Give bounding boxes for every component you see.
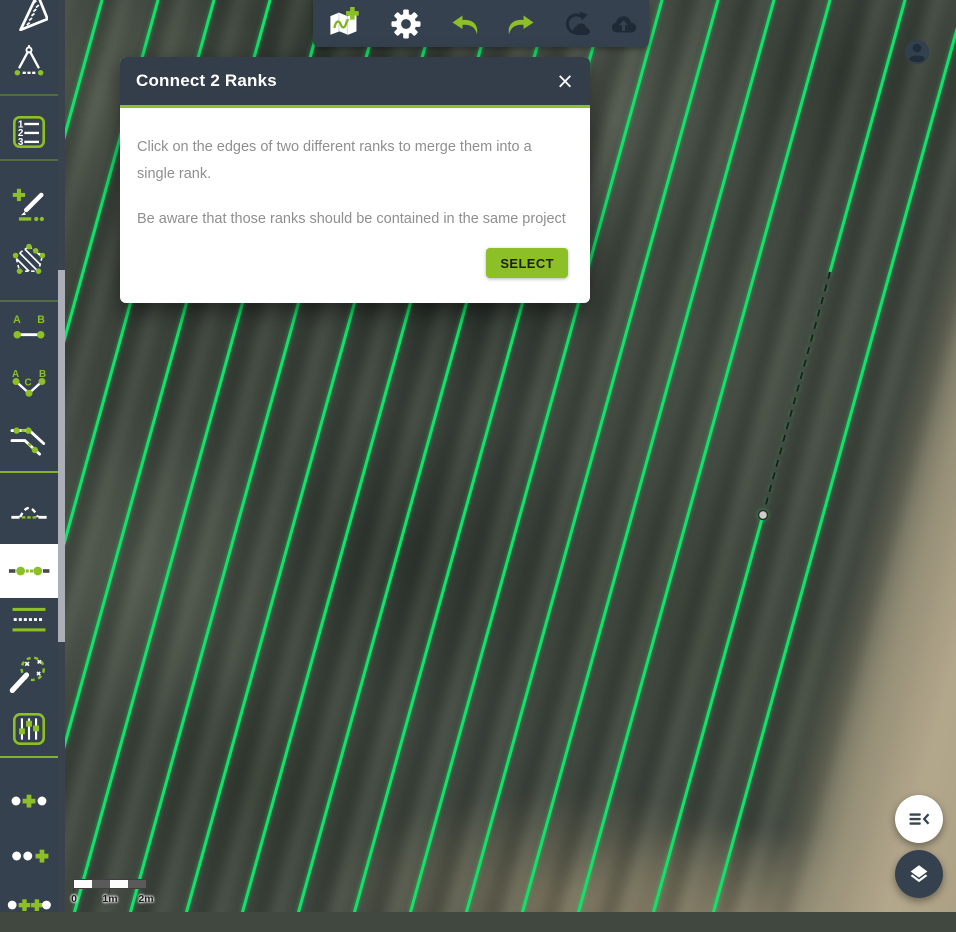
sidebar-divider bbox=[0, 756, 58, 758]
hide-list-button[interactable] bbox=[895, 795, 943, 843]
rank-line[interactable] bbox=[830, 0, 908, 272]
dot-plus-plus-dot-icon bbox=[7, 883, 51, 927]
ruler-icon bbox=[10, 0, 48, 31]
dialog-header: Connect 2 Ranks × bbox=[120, 57, 590, 108]
sidebar-divider bbox=[0, 159, 58, 161]
undo-button[interactable] bbox=[437, 0, 493, 47]
sidebar-scrollbar-thumb[interactable] bbox=[58, 270, 65, 642]
svg-text:A: A bbox=[13, 314, 21, 326]
tool-connect-ranks[interactable] bbox=[0, 544, 58, 598]
tool-add-drawing[interactable] bbox=[0, 178, 58, 232]
sidebar-divider bbox=[0, 471, 58, 473]
connect-ranks-dialog: Connect 2 Ranks × Click on the edges of … bbox=[120, 57, 590, 303]
tool-measure-compass[interactable] bbox=[0, 33, 58, 87]
tool-multi-rows[interactable] bbox=[0, 595, 58, 649]
svg-text:C: C bbox=[25, 378, 32, 389]
gear-icon bbox=[391, 9, 421, 39]
redo-button[interactable] bbox=[493, 0, 549, 47]
dot-plus-dot-icon bbox=[8, 780, 50, 822]
map-add-icon bbox=[327, 7, 361, 41]
tool-offset-lines[interactable] bbox=[0, 413, 58, 467]
rank-line[interactable] bbox=[710, 0, 956, 912]
tool-insert-point-between[interactable] bbox=[0, 774, 58, 828]
cloud-sync-icon bbox=[561, 10, 591, 38]
main-toolbar bbox=[313, 0, 649, 47]
pencil-add-icon bbox=[10, 186, 48, 224]
tool-sidebar: 1 2 3 bbox=[0, 0, 58, 912]
sidebar-scrollbar[interactable] bbox=[58, 0, 65, 912]
tool-rank-a-b[interactable]: A B bbox=[0, 303, 58, 357]
magic-wand-icon bbox=[8, 654, 50, 696]
svg-text:3: 3 bbox=[18, 137, 24, 148]
redo-arrow-icon bbox=[506, 11, 536, 37]
cloud-upload-icon bbox=[610, 12, 640, 36]
rank-line[interactable] bbox=[65, 0, 105, 912]
sidebar-divider bbox=[0, 94, 58, 96]
tool-numbered-list[interactable]: 1 2 3 bbox=[0, 105, 58, 159]
offset-lines-icon bbox=[9, 420, 49, 460]
dialog-body: Click on the edges of two different rank… bbox=[120, 108, 590, 232]
map-scale-bar: 0 1m 2m bbox=[73, 879, 147, 889]
tool-arc[interactable] bbox=[0, 483, 58, 537]
connect-ranks-icon bbox=[7, 549, 51, 593]
select-button[interactable]: SELECT bbox=[486, 248, 568, 278]
numbered-list-icon: 1 2 3 bbox=[9, 112, 49, 152]
rank-line[interactable] bbox=[575, 0, 833, 912]
dialog-text-2: Be aware that those ranks should be cont… bbox=[137, 206, 573, 233]
tool-polygon-area[interactable] bbox=[0, 233, 58, 287]
new-project-button[interactable] bbox=[313, 0, 375, 47]
rank-line[interactable] bbox=[763, 272, 830, 515]
sidebar-divider bbox=[0, 300, 58, 302]
scale-segments bbox=[73, 879, 147, 889]
sync-button[interactable] bbox=[551, 0, 601, 47]
settings-button[interactable] bbox=[377, 0, 435, 47]
tool-adjust-sliders[interactable] bbox=[0, 702, 58, 756]
hatched-polygon-icon bbox=[10, 241, 48, 279]
upload-button[interactable] bbox=[601, 0, 649, 47]
tool-insert-points-both[interactable] bbox=[0, 878, 58, 932]
arc-icon bbox=[9, 490, 49, 530]
tool-rank-a-c-b[interactable]: A B C bbox=[0, 358, 58, 412]
layers-icon bbox=[907, 862, 931, 886]
dialog-title: Connect 2 Ranks bbox=[136, 71, 277, 91]
tool-magic-wand[interactable] bbox=[0, 648, 58, 702]
account-icon bbox=[903, 38, 931, 66]
rank-line[interactable] bbox=[651, 515, 763, 912]
rank-endpoint-dot[interactable] bbox=[759, 511, 768, 520]
scale-label-1m: 1m bbox=[102, 893, 117, 905]
tool-append-point[interactable] bbox=[0, 829, 58, 883]
scale-label-2m: 2m bbox=[138, 893, 153, 905]
svg-text:B: B bbox=[37, 314, 45, 326]
scale-label-0: 0 bbox=[71, 893, 77, 905]
sliders-icon bbox=[9, 709, 49, 749]
layers-button[interactable] bbox=[895, 850, 943, 898]
compass-icon bbox=[11, 42, 47, 78]
undo-arrow-icon bbox=[450, 11, 480, 37]
account-button[interactable] bbox=[903, 38, 931, 66]
rank-acb-icon: A B C bbox=[9, 365, 49, 405]
close-icon[interactable]: × bbox=[550, 66, 580, 96]
dot-dot-plus-icon bbox=[8, 835, 50, 877]
rank-ab-icon: A B bbox=[9, 310, 49, 350]
dialog-text-1: Click on the edges of two different rank… bbox=[137, 134, 573, 188]
list-collapse-icon bbox=[906, 806, 932, 832]
multi-rows-icon bbox=[9, 602, 49, 642]
